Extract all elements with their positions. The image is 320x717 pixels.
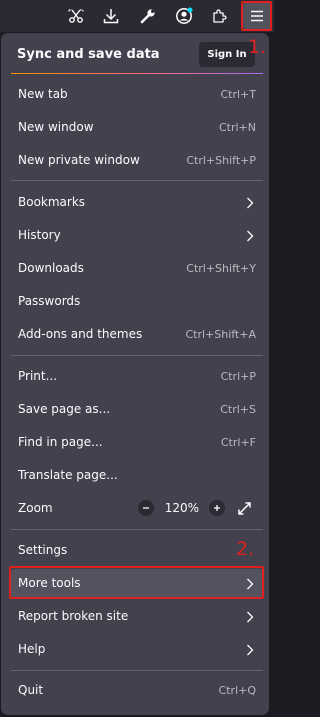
puzzle-icon	[213, 9, 227, 23]
menu-item-shortcut: Ctrl+Q	[218, 684, 256, 697]
screenshot-button[interactable]	[62, 2, 90, 30]
menu-item-label: More tools	[18, 576, 81, 590]
menu-separator	[11, 529, 263, 530]
downloads-button[interactable]	[97, 2, 125, 30]
menu-item-new-private-window[interactable]: New private window Ctrl+Shift+P	[11, 146, 263, 176]
menu-item-label: Passwords	[18, 294, 81, 308]
menu-item-downloads[interactable]: Downloads Ctrl+Shift+Y	[11, 254, 263, 284]
menu-item-shortcut: Ctrl+N	[218, 121, 256, 134]
menu-item-label: Add-ons and themes	[18, 327, 143, 341]
step-1-label: 1.	[248, 36, 267, 58]
menu-item-help[interactable]: Help	[11, 635, 263, 665]
minus-icon	[143, 507, 149, 509]
menu-item-passwords[interactable]: Passwords	[11, 287, 263, 317]
sync-gradient-divider	[11, 73, 263, 74]
wrench-button[interactable]	[134, 2, 162, 30]
menu-item-report-broken-site[interactable]: Report broken site	[11, 602, 263, 632]
menu-item-label: Settings	[18, 543, 68, 557]
chevron-right-icon	[247, 578, 254, 590]
sign-in-button[interactable]: Sign In	[199, 42, 255, 67]
menu-item-label: Quit	[18, 683, 44, 697]
menu-item-label: Find in page...	[18, 435, 103, 449]
menu-item-shortcut: Ctrl+Shift+A	[185, 328, 256, 341]
sync-header: Sync and save data	[17, 47, 160, 62]
menu-item-label: Zoom	[18, 501, 53, 515]
menu-item-label: New window	[18, 120, 94, 134]
wrench-icon	[140, 9, 155, 24]
menu-item-more-tools[interactable]: More tools	[11, 569, 263, 599]
plus-icon	[214, 505, 220, 511]
menu-item-label: Save page as...	[18, 402, 111, 416]
app-menu-button[interactable]	[243, 2, 271, 30]
screenshot-icon	[68, 9, 84, 23]
chevron-right-icon	[247, 230, 254, 242]
menu-item-new-tab[interactable]: New tab Ctrl+T	[11, 80, 263, 110]
chevron-right-icon	[247, 644, 254, 656]
menu-separator	[11, 180, 263, 181]
menu-item-label: New tab	[18, 87, 68, 101]
menu-item-label: New private window	[18, 153, 140, 167]
menu-item-history[interactable]: History	[11, 221, 263, 251]
menu-item-find-in-page[interactable]: Find in page... Ctrl+F	[11, 428, 263, 458]
menu-item-shortcut: Ctrl+Shift+Y	[186, 262, 256, 275]
zoom-in-button[interactable]	[209, 500, 225, 516]
menu-item-translate[interactable]: Translate page...	[11, 461, 263, 491]
menu-item-shortcut: Ctrl+Shift+P	[186, 154, 256, 167]
menu-item-save-page[interactable]: Save page as... Ctrl+S	[11, 395, 263, 425]
account-button[interactable]	[170, 2, 198, 30]
menu-item-shortcut: Ctrl+P	[220, 370, 256, 383]
hamburger-menu-icon	[251, 10, 263, 22]
menu-item-zoom: Zoom 120%	[11, 494, 263, 524]
menu-separator	[11, 355, 263, 356]
step-2-label: 2.	[236, 538, 255, 560]
account-icon	[176, 7, 193, 24]
chevron-right-icon	[247, 611, 254, 623]
menu-item-print[interactable]: Print... Ctrl+P	[11, 362, 263, 392]
menu-item-new-window[interactable]: New window Ctrl+N	[11, 113, 263, 143]
zoom-level[interactable]: 120%	[165, 501, 199, 515]
fullscreen-button[interactable]	[236, 500, 252, 516]
menu-item-label: Help	[18, 642, 46, 656]
menu-item-shortcut: Ctrl+F	[220, 436, 256, 449]
menu-item-bookmarks[interactable]: Bookmarks	[11, 188, 263, 218]
fullscreen-icon	[237, 501, 251, 515]
app-menu-panel: Sync and save data Sign In New tab Ctrl+…	[0, 32, 270, 716]
menu-item-label: Downloads	[18, 261, 84, 275]
browser-toolbar	[0, 0, 274, 32]
menu-item-addons[interactable]: Add-ons and themes Ctrl+Shift+A	[11, 320, 263, 350]
menu-item-shortcut: Ctrl+S	[220, 403, 256, 416]
menu-item-label: Translate page...	[18, 468, 118, 482]
menu-item-label: Report broken site	[18, 609, 129, 623]
menu-item-shortcut: Ctrl+T	[220, 88, 256, 101]
downloads-icon	[103, 9, 119, 24]
menu-item-label: Bookmarks	[18, 195, 86, 209]
extensions-button[interactable]	[206, 2, 234, 30]
menu-separator	[11, 670, 263, 671]
menu-item-quit[interactable]: Quit Ctrl+Q	[11, 676, 263, 706]
menu-item-label: Print...	[18, 369, 58, 383]
menu-item-label: History	[18, 228, 61, 242]
zoom-out-button[interactable]	[138, 500, 154, 516]
menu-item-settings[interactable]: Settings	[11, 536, 263, 566]
chevron-right-icon	[247, 197, 254, 209]
